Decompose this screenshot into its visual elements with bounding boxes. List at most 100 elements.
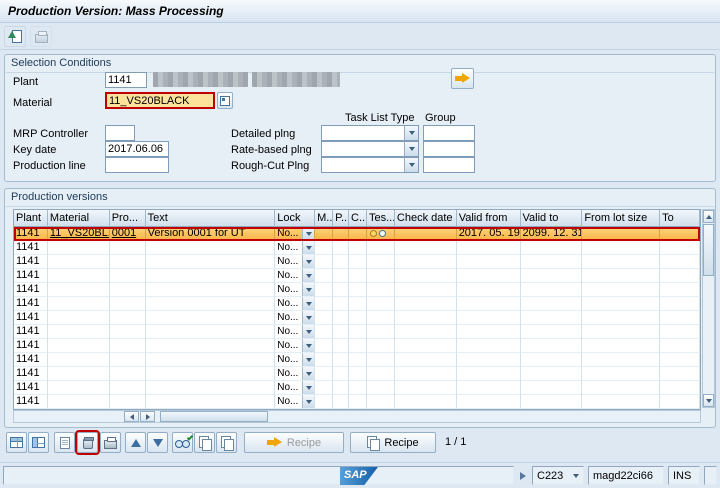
table-row[interactable]: 1141 No... (14, 381, 700, 395)
cell-check_date (394, 395, 457, 409)
goto-recipe-button[interactable]: Recipe (244, 432, 344, 453)
print-button[interactable] (30, 26, 52, 47)
sort-ascending-button[interactable] (125, 432, 146, 453)
rate-based-plng-combo[interactable] (321, 141, 419, 157)
cell-valid_from (456, 283, 521, 297)
copy-button[interactable] (194, 432, 215, 453)
insert-mode-field[interactable]: INS (668, 466, 700, 485)
column-header-check_date[interactable]: Check date (394, 210, 457, 227)
key-date-input[interactable] (105, 141, 169, 157)
lock-dropdown[interactable]: No... (275, 339, 316, 353)
lock-dropdown[interactable]: No... (275, 311, 316, 325)
print-list-button[interactable] (100, 432, 121, 453)
system-field[interactable]: C223 (532, 466, 584, 485)
cell-p (333, 381, 349, 395)
detailed-plng-label: Detailed plng (231, 128, 296, 140)
material-matchcode-button[interactable] (217, 92, 233, 109)
cell-tes (366, 367, 395, 381)
cell-m (315, 269, 334, 283)
column-header-c[interactable]: C... (349, 210, 367, 227)
column-header-p[interactable]: P... (333, 210, 350, 227)
cell-valid_from (456, 339, 521, 353)
cell-from_lot (582, 283, 661, 297)
deselect-all-button[interactable] (28, 432, 49, 453)
vertical-scroll-thumb[interactable] (703, 224, 714, 276)
sort-descending-button[interactable] (147, 432, 168, 453)
lock-dropdown[interactable]: No... (275, 353, 316, 367)
cell-tes (366, 339, 395, 353)
column-header-text[interactable]: Text (145, 210, 276, 227)
continue-button[interactable] (451, 68, 474, 89)
column-header-lock[interactable]: Lock (275, 210, 316, 227)
column-header-plant[interactable]: Plant (14, 210, 48, 227)
divider (6, 206, 714, 207)
vertical-scrollbar[interactable] (702, 209, 715, 408)
scroll-right-button[interactable] (140, 411, 155, 422)
consistency-check-button[interactable] (172, 432, 194, 453)
exit-button[interactable] (4, 26, 26, 47)
column-header-from_lot[interactable]: From lot size (582, 210, 661, 227)
cell-p (333, 241, 349, 255)
scroll-up-button[interactable] (703, 210, 714, 223)
lock-dropdown[interactable]: No... (275, 255, 316, 269)
scroll-down-button[interactable] (703, 394, 714, 407)
host-name: magd22ci66 (593, 469, 653, 482)
column-header-to_lot[interactable]: To (660, 210, 700, 227)
title-bar: Production Version: Mass Processing (0, 0, 720, 23)
lock-dropdown[interactable]: No... (275, 227, 316, 241)
column-header-tes[interactable]: Tes... (366, 210, 395, 227)
column-header-material[interactable]: Material (47, 210, 110, 227)
column-header-valid_from[interactable]: Valid from (456, 210, 521, 227)
lock-dropdown[interactable]: No... (275, 381, 316, 395)
mrp-controller-input[interactable] (105, 125, 135, 141)
lock-dropdown[interactable]: No... (275, 325, 316, 339)
table-row[interactable]: 1141 No... (14, 283, 700, 297)
delete-button[interactable] (75, 430, 100, 455)
rate-group-input[interactable] (423, 141, 475, 157)
column-header-pro[interactable]: Pro... (109, 210, 146, 227)
table-row[interactable]: 1141 No... (14, 297, 700, 311)
create-entry-button[interactable] (54, 432, 75, 453)
rough-cut-plng-combo[interactable] (321, 157, 419, 173)
horizontal-scroll-thumb[interactable] (160, 411, 268, 422)
table-row[interactable]: 1141 No... (14, 241, 700, 255)
lock-dropdown[interactable]: No... (275, 269, 316, 283)
table-row[interactable]: 1141 No... (14, 353, 700, 367)
table-row[interactable]: 1141 No... (14, 325, 700, 339)
table-row[interactable]: 1141 No... (14, 311, 700, 325)
cell-valid_from (456, 353, 521, 367)
production-line-input[interactable] (105, 157, 169, 173)
cell-valid_to (520, 297, 583, 311)
lock-dropdown[interactable]: No... (275, 367, 316, 381)
footer-toolbar: Recipe Recipe 1 / 1 (0, 430, 720, 458)
lock-dropdown[interactable]: No... (275, 283, 316, 297)
table-row[interactable]: 1141 No... (14, 395, 700, 409)
horizontal-scrollbar[interactable] (13, 410, 701, 423)
detailed-plng-combo[interactable] (321, 125, 419, 141)
plant-label: Plant (13, 76, 39, 88)
table-row[interactable]: 1141 No... (14, 255, 700, 269)
table-row[interactable]: 1141 No... (14, 367, 700, 381)
detailed-group-input[interactable] (423, 125, 475, 141)
rough-group-input[interactable] (423, 157, 475, 173)
status-expand-icon[interactable] (520, 471, 526, 480)
table-row[interactable]: 1141 No... (14, 339, 700, 353)
column-header-m[interactable]: M... (315, 210, 334, 227)
dropdown-icon (302, 255, 315, 268)
copy-recipe-button[interactable]: Recipe (350, 432, 436, 453)
task-list-type-header: Task List Type (345, 112, 415, 124)
lock-dropdown[interactable]: No... (275, 297, 316, 311)
block-button[interactable] (216, 432, 237, 453)
select-all-button[interactable] (6, 432, 27, 453)
lock-dropdown[interactable]: No... (275, 395, 316, 409)
material-input[interactable] (105, 92, 215, 109)
scroll-left-button[interactable] (124, 411, 139, 422)
table-row-selected[interactable]: 1141 11_VS20BL.. 0001 Version 0001 for UT No… (14, 227, 700, 241)
plant-input[interactable] (105, 72, 147, 88)
system-id: C223 (537, 469, 564, 482)
cell-plant: 1141 (14, 311, 48, 325)
lock-dropdown[interactable]: No... (275, 241, 316, 255)
table-row[interactable]: 1141 No... (14, 269, 700, 283)
column-header-valid_to[interactable]: Valid to (520, 210, 583, 227)
dropdown-icon (404, 142, 418, 156)
